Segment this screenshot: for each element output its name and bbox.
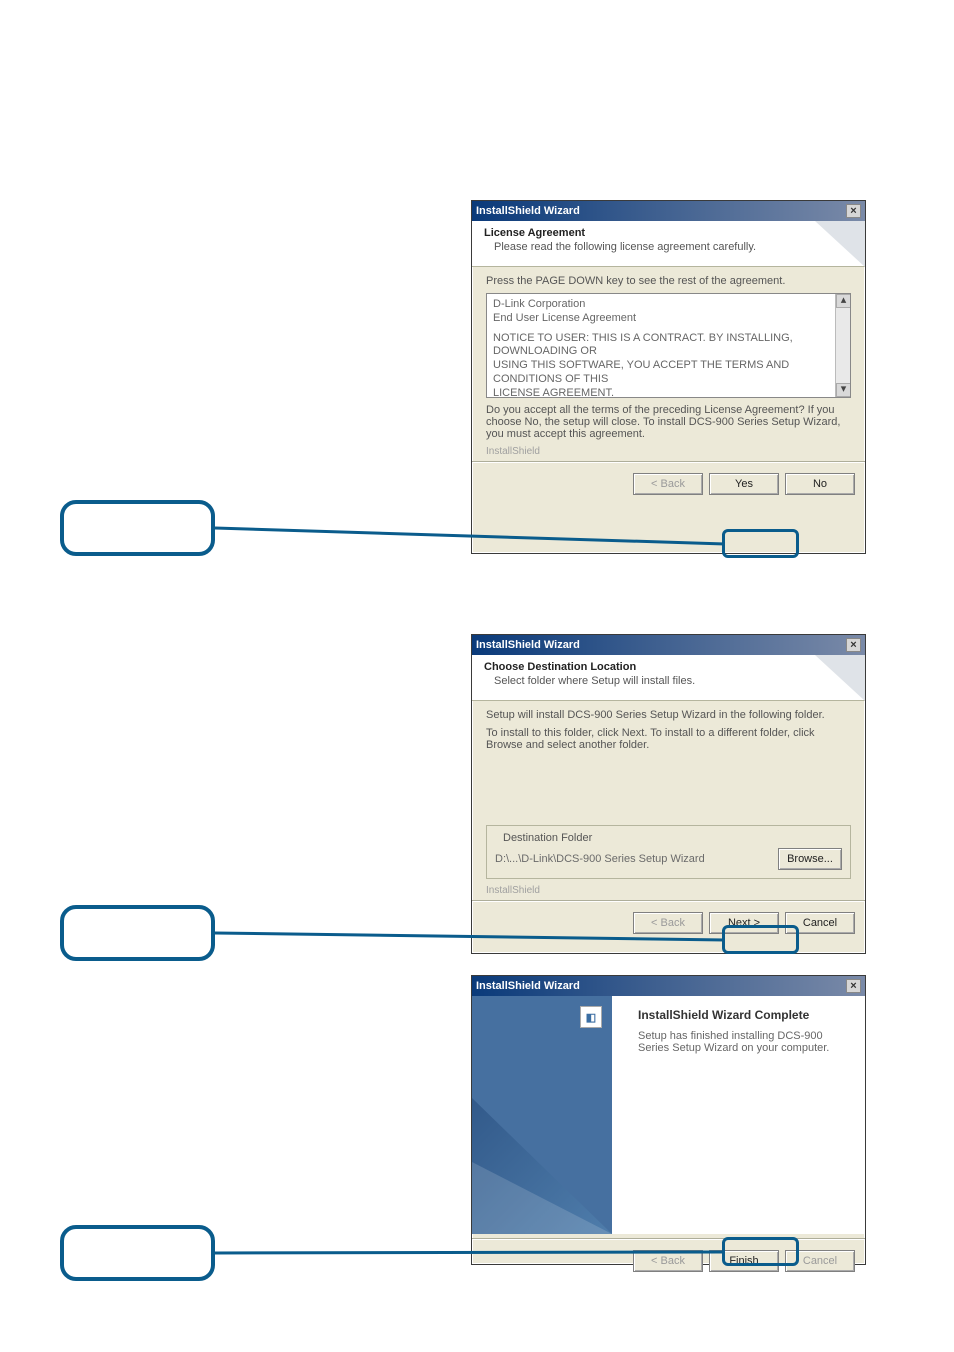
banner-art (815, 221, 865, 267)
leader-line (215, 1250, 725, 1258)
group-label: Destination Folder (499, 832, 596, 844)
cancel-button: Cancel (785, 1250, 855, 1272)
dest-line1: Setup will install DCS-900 Series Setup … (486, 709, 851, 721)
complete-body: Setup has finished installing DCS-900 Se… (638, 1030, 849, 1054)
close-icon[interactable]: × (846, 638, 861, 652)
accept-question: Do you accept all the terms of the prece… (486, 404, 851, 440)
titlebar[interactable]: InstallShield Wizard × (472, 201, 865, 221)
computer-icon: ◧ (580, 1006, 602, 1028)
titlebar[interactable]: InstallShield Wizard × (472, 635, 865, 655)
close-icon[interactable]: × (846, 979, 861, 993)
brand-label: InstallShield (472, 446, 865, 457)
dest-line2: To install to this folder, click Next. T… (486, 727, 851, 751)
license-line: USING THIS SOFTWARE, YOU ACCEPT THE TERM… (493, 359, 844, 387)
complete-heading: InstallShield Wizard Complete (638, 1008, 849, 1022)
scroll-down-icon[interactable]: ▾ (836, 383, 851, 397)
titlebar[interactable]: InstallShield Wizard × (472, 976, 865, 996)
close-icon[interactable]: × (846, 204, 861, 218)
callout-yes (60, 500, 215, 556)
no-button[interactable]: No (785, 473, 855, 495)
scrollbar[interactable]: ▴ ▾ (835, 294, 850, 397)
leader-line (215, 931, 725, 945)
brand-label: InstallShield (472, 885, 865, 896)
destination-dialog: InstallShield Wizard × Choose Destinatio… (471, 634, 866, 954)
license-dialog: InstallShield Wizard × License Agreement… (471, 200, 866, 554)
banner: License Agreement Please read the follow… (472, 221, 865, 267)
license-line: End User License Agreement (493, 312, 844, 326)
license-line: NOTICE TO USER: THIS IS A CONTRACT. BY I… (493, 332, 844, 360)
destination-folder-group: Destination Folder D:\...\D-Link\DCS-900… (486, 825, 851, 879)
titlebar-text: InstallShield Wizard (476, 639, 580, 651)
wizard-art: ◧ (472, 996, 612, 1234)
destination-path: D:\...\D-Link\DCS-900 Series Setup Wizar… (495, 853, 705, 865)
banner-title: License Agreement (484, 227, 756, 239)
titlebar-text: InstallShield Wizard (476, 205, 580, 217)
scroll-hint: Press the PAGE DOWN key to see the rest … (486, 275, 851, 287)
license-line: D-Link Corporation (493, 298, 844, 312)
banner-title: Choose Destination Location (484, 661, 695, 673)
banner-subtitle: Please read the following license agreem… (494, 241, 756, 253)
yes-button[interactable]: Yes (709, 473, 779, 495)
callout-next (60, 905, 215, 961)
license-line: LICENSE AGREEMENT. (493, 387, 844, 399)
leader-line (215, 526, 725, 546)
back-button: < Back (633, 473, 703, 495)
callout-finish (60, 1225, 215, 1281)
cancel-button[interactable]: Cancel (785, 912, 855, 934)
titlebar-text: InstallShield Wizard (476, 980, 580, 992)
scroll-up-icon[interactable]: ▴ (836, 294, 851, 308)
complete-dialog: InstallShield Wizard × ◧ InstallShield W… (471, 975, 866, 1265)
banner: Choose Destination Location Select folde… (472, 655, 865, 701)
license-text-box[interactable]: D-Link Corporation End User License Agre… (486, 293, 851, 398)
browse-button[interactable]: Browse... (778, 848, 842, 870)
banner-subtitle: Select folder where Setup will install f… (494, 675, 695, 687)
banner-art (815, 655, 865, 701)
